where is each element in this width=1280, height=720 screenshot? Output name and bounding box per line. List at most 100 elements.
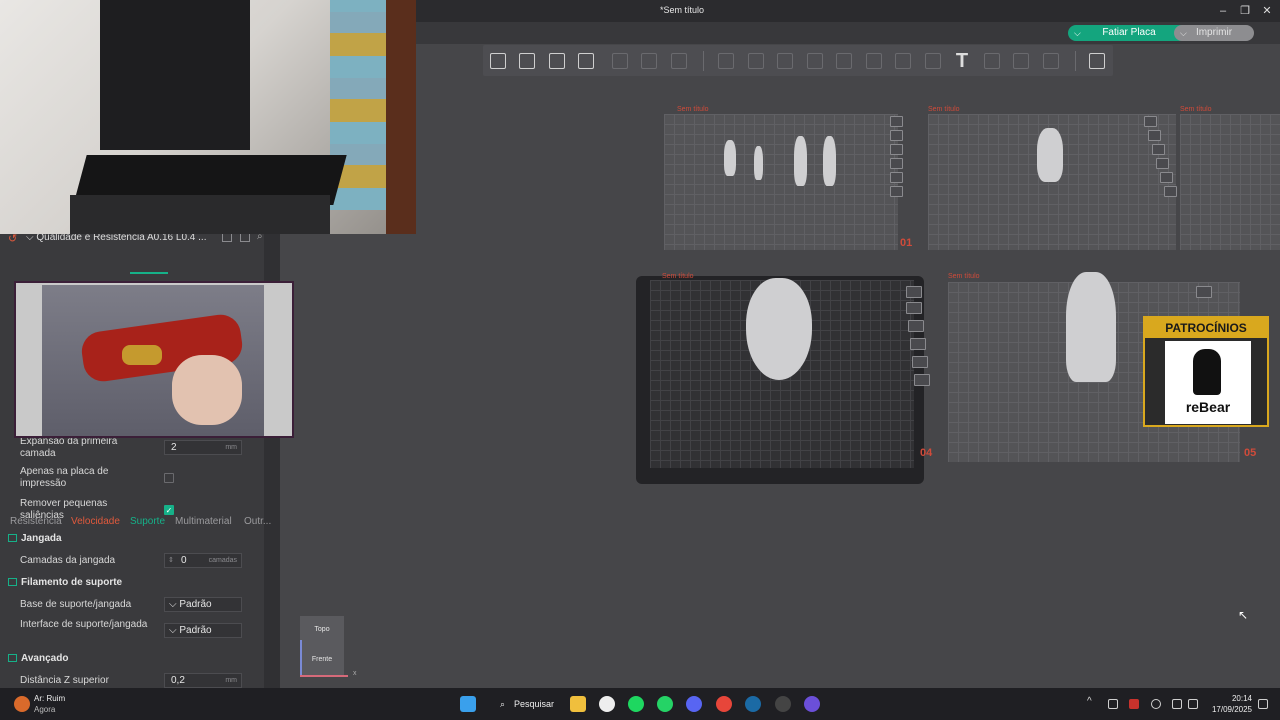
file-explorer-icon[interactable]: [570, 696, 586, 712]
lock-icon[interactable]: [910, 338, 926, 350]
chevron-down-icon[interactable]: ⌵: [1180, 25, 1187, 41]
plate-number: 04: [920, 447, 933, 459]
close-icon[interactable]: [890, 116, 903, 127]
print-button[interactable]: ⌵ Imprimir: [1174, 25, 1254, 41]
recording-tray-icon[interactable]: [1129, 699, 1139, 709]
slicer-app-icon[interactable]: [599, 696, 615, 712]
lay-on-face-icon[interactable]: [804, 50, 826, 72]
mesh-boolean-icon[interactable]: [863, 50, 885, 72]
network-icon[interactable]: [1172, 699, 1182, 709]
webcam-overlay: [0, 0, 416, 234]
raft-layers-stepper[interactable]: ⇕ 0 camadas: [164, 553, 242, 568]
taskbar-search[interactable]: ⌕ Pesquisar: [490, 695, 554, 713]
split-objects-icon[interactable]: [609, 50, 631, 72]
window-title: *Sem título: [660, 5, 705, 15]
plate-model[interactable]: [1066, 272, 1116, 382]
settings-icon[interactable]: [1160, 172, 1173, 183]
arrange-icon[interactable]: [575, 50, 597, 72]
slice-plate-button[interactable]: ⌵ Fatiar Placa: [1068, 25, 1190, 41]
plate-model[interactable]: [823, 136, 836, 186]
microphone-icon[interactable]: [1151, 699, 1161, 709]
first-layer-expansion-input[interactable]: 2 mm: [164, 440, 242, 455]
plate-03[interactable]: [1180, 114, 1280, 250]
close-icon[interactable]: [906, 286, 922, 298]
plate-01[interactable]: [664, 114, 898, 250]
orient-icon[interactable]: [906, 302, 922, 314]
printer-base: [70, 195, 330, 234]
arrange-icon[interactable]: [1152, 144, 1165, 155]
text-tool-icon[interactable]: T: [951, 50, 973, 72]
plate-model[interactable]: [746, 278, 812, 380]
orient-icon[interactable]: [1148, 130, 1161, 141]
arrange-icon[interactable]: [890, 144, 903, 155]
filament-icon[interactable]: [1164, 186, 1177, 197]
assistant-icon[interactable]: [804, 696, 820, 712]
plate-model[interactable]: [794, 136, 807, 186]
minimize-button[interactable]: –: [1212, 2, 1234, 20]
support-base-select[interactable]: ⌵ Padrão: [164, 597, 242, 612]
whatsapp-icon[interactable]: [657, 696, 673, 712]
lock-icon[interactable]: [890, 158, 903, 169]
spotify-icon[interactable]: [628, 696, 644, 712]
obs-icon[interactable]: [775, 696, 791, 712]
tray-chevron-up-icon[interactable]: ^: [1087, 696, 1092, 707]
tab-multimaterial[interactable]: Multimaterial: [175, 516, 232, 527]
plate-model[interactable]: [724, 140, 736, 176]
system-clock[interactable]: 20:14 17/09/2025: [1192, 693, 1252, 715]
chrome-icon[interactable]: [716, 696, 732, 712]
filament-icon[interactable]: [890, 186, 903, 197]
weather-sub: Agora: [34, 705, 56, 714]
close-icon[interactable]: [1196, 286, 1212, 298]
support-filament-title: Filamento de suporte: [21, 577, 123, 588]
restore-button[interactable]: ❐: [1234, 2, 1256, 20]
support-base-value: Padrão: [179, 599, 212, 610]
lock-icon[interactable]: [1156, 158, 1169, 169]
support-paint-icon[interactable]: [892, 50, 914, 72]
settings-icon[interactable]: [912, 356, 928, 368]
plate-model[interactable]: [1037, 128, 1063, 182]
orient-icon[interactable]: [546, 50, 568, 72]
top-z-distance-input[interactable]: 0,2 mm: [164, 673, 242, 688]
view-cube[interactable]: Topo Frente: [300, 616, 344, 676]
orient-icon[interactable]: [890, 130, 903, 141]
weather-widget[interactable]: Ar: Ruim Agora: [34, 693, 65, 715]
rotate-icon[interactable]: [745, 50, 767, 72]
arrange-icon[interactable]: [908, 320, 924, 332]
stepper-arrows-icon[interactable]: ⇕: [168, 554, 174, 567]
weather-icon[interactable]: [14, 696, 30, 712]
move-icon[interactable]: [715, 50, 737, 72]
close-icon[interactable]: [1144, 116, 1157, 127]
remove-small-overhangs-checkbox[interactable]: ✓: [164, 505, 174, 515]
assembly-icon[interactable]: [1010, 50, 1032, 72]
settings-icon[interactable]: [890, 172, 903, 183]
measure-icon[interactable]: [981, 50, 1003, 72]
app-window: *Sem título – ❐ ✕ ⌵ Fatiar Placa ⌵ Impri…: [0, 0, 1280, 720]
add-object-icon[interactable]: [487, 50, 509, 72]
split-parts-icon[interactable]: [638, 50, 660, 72]
windows-start-icon[interactable]: [460, 696, 476, 712]
notifications-icon[interactable]: [1258, 699, 1268, 709]
on-plate-only-checkbox[interactable]: [164, 473, 174, 483]
discord-icon[interactable]: [686, 696, 702, 712]
plate-name: Sem título: [948, 273, 980, 280]
close-button[interactable]: ✕: [1256, 2, 1278, 20]
plate-settings-icon[interactable]: [1086, 50, 1108, 72]
grid-icon[interactable]: [516, 50, 538, 72]
raft-section-title: Jangada: [21, 533, 62, 544]
cut-icon[interactable]: [833, 50, 855, 72]
variable-layer-icon[interactable]: [1040, 50, 1062, 72]
chevron-down-icon[interactable]: ⌵: [1074, 25, 1081, 41]
filament-icon[interactable]: [914, 374, 930, 386]
tab-other[interactable]: Outr...: [244, 516, 271, 527]
layers-icon[interactable]: [668, 50, 690, 72]
sponsor-overlay: PATROCÍNIOS reBear: [1143, 316, 1269, 427]
top-z-distance-value: 0,2: [171, 675, 185, 686]
pip-video: [14, 281, 294, 438]
support-interface-select[interactable]: ⌵ Padrão: [164, 623, 242, 638]
plate-model[interactable]: [754, 146, 763, 180]
scale-icon[interactable]: [774, 50, 796, 72]
clock-date: 17/09/2025: [1211, 705, 1252, 714]
steam-icon[interactable]: [745, 696, 761, 712]
seam-paint-icon[interactable]: [922, 50, 944, 72]
discord-tray-icon[interactable]: [1108, 699, 1118, 709]
